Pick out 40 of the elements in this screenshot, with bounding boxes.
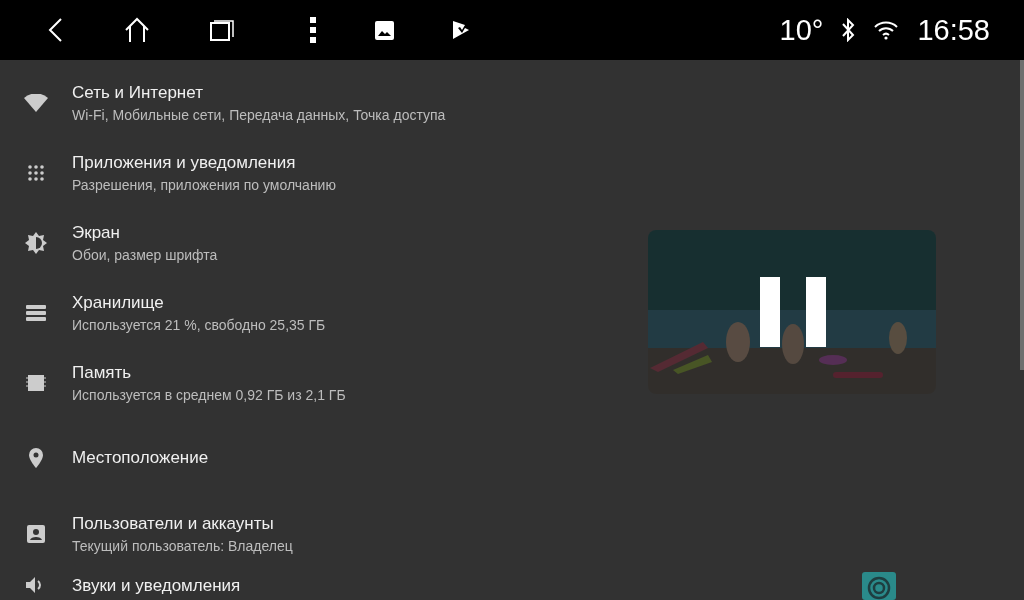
- item-title: Хранилище: [72, 293, 165, 313]
- image-icon[interactable]: [375, 20, 394, 40]
- settings-item[interactable]: Приложения и уведомления Разрешения, приложения по умолчанию: [0, 138, 600, 208]
- item-title: Местоположение: [72, 448, 209, 468]
- play-check-icon[interactable]: [452, 20, 470, 40]
- home-icon[interactable]: [123, 17, 151, 43]
- more-options-icon[interactable]: [309, 16, 317, 44]
- apps-grid-icon: [28, 165, 44, 181]
- wifi-signal-icon: [873, 20, 900, 40]
- item-subtitle: Используется 21 %, свободно 25,35 ГБ: [72, 317, 326, 333]
- item-subtitle: Разрешения, приложения по умолчанию: [72, 177, 336, 193]
- pause-icon[interactable]: [760, 277, 826, 347]
- storage-icon: [26, 305, 46, 321]
- memory-chip-icon: [26, 375, 46, 391]
- settings-item[interactable]: Экран Обои, размер шрифта: [0, 208, 600, 278]
- item-subtitle: Текущий пользователь: Владелец: [72, 538, 293, 554]
- settings-item[interactable]: Звуки и уведомления: [0, 570, 600, 600]
- recent-apps-icon[interactable]: [209, 18, 235, 42]
- temperature: 10°: [779, 13, 824, 47]
- item-title: Память: [72, 363, 133, 383]
- item-subtitle: Обои, размер шрифта: [72, 247, 218, 263]
- clock: 16:58: [917, 13, 990, 47]
- item-title: Приложения и уведомления: [72, 153, 297, 173]
- location-pin-icon: [29, 448, 43, 468]
- settings-item[interactable]: Память Используется в среднем 0,92 ГБ из 2,1 ГБ: [0, 348, 600, 418]
- wifi-icon: [24, 94, 48, 112]
- item-subtitle: Используется в среднем 0,92 ГБ из 2,1 ГБ: [72, 387, 346, 403]
- item-title: Звуки и уведомления: [72, 576, 241, 596]
- item-title: Экран: [72, 223, 121, 243]
- item-title: Пользователи и аккаунты: [72, 514, 275, 534]
- settings-item[interactable]: Местоположение: [0, 418, 600, 498]
- settings-item[interactable]: Хранилище Используется 21 %, свободно 25,35 ГБ: [0, 278, 600, 348]
- account-icon: [27, 525, 45, 543]
- brightness-icon: [25, 232, 47, 254]
- item-subtitle: Wi-Fi, Мобильные сети, Передача данных, Точка доступа: [72, 107, 446, 123]
- target-icon[interactable]: [862, 572, 896, 600]
- settings-item[interactable]: Сеть и Интернет Wi-Fi, Мобильные сети, Передача данных, Точка доступа: [0, 68, 600, 138]
- item-title: Сеть и Интернет: [72, 83, 204, 103]
- settings-item[interactable]: Пользователи и аккаунты Текущий пользователь: Владелец: [0, 498, 600, 570]
- bluetooth-icon: [841, 18, 856, 42]
